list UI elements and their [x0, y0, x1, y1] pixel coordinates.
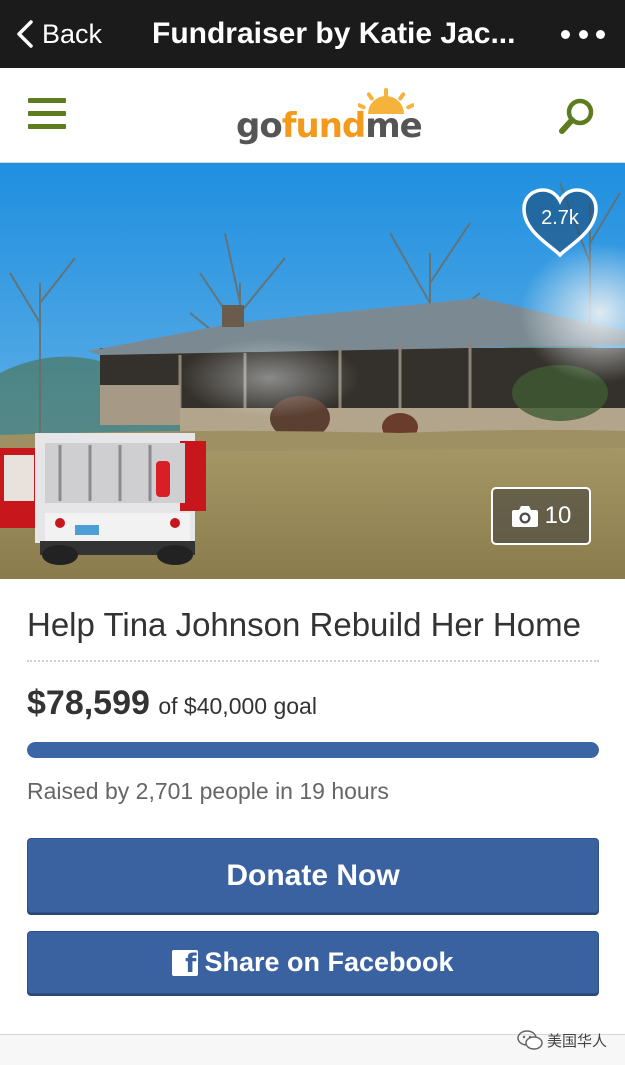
gofundme-logo[interactable]: gofundme	[236, 88, 423, 148]
share-on-facebook-button[interactable]: f Share on Facebook	[27, 931, 599, 994]
amount-raised: $78,599	[27, 684, 150, 722]
logo-text-prefix: go	[236, 106, 283, 146]
logo-text: gofundme	[236, 106, 423, 146]
camera-icon	[511, 506, 538, 527]
hamburger-menu-icon[interactable]	[28, 98, 66, 130]
progress-fill	[27, 742, 599, 758]
watermark-text: 美国华人	[546, 1032, 607, 1050]
watermark: 美国华人	[517, 1029, 607, 1051]
more-dot	[561, 29, 570, 39]
raised-by-text: Raised by 2,701 people in 19 hours	[27, 778, 389, 804]
amount-row: $78,599 of $40,000 goal	[27, 684, 317, 723]
photo-count: 10	[544, 502, 572, 529]
logo-text-accent: fund	[281, 106, 367, 146]
goal-text: of $40,000 goal	[158, 693, 317, 719]
menu-line	[28, 124, 66, 129]
photo-gallery-button[interactable]: 10	[491, 487, 591, 545]
heart-count: 2.7k	[541, 207, 579, 229]
site-header: gofundme	[0, 68, 625, 163]
campaign-title: Help Tina Johnson Rebuild Her Home	[27, 606, 581, 643]
menu-line	[28, 98, 66, 103]
share-on-facebook-label: Share on Facebook	[204, 947, 454, 977]
chevron-left-icon	[17, 20, 33, 48]
menu-line	[28, 111, 66, 116]
donate-now-label: Donate Now	[226, 858, 400, 892]
back-label: Back	[42, 18, 103, 49]
more-dot	[578, 29, 588, 39]
back-button[interactable]: Back	[14, 14, 102, 54]
donate-now-button[interactable]: Donate Now	[27, 838, 599, 913]
dotted-divider	[27, 660, 599, 662]
funding-progress-bar	[27, 742, 599, 758]
wechat-icon	[517, 1030, 543, 1050]
search-icon[interactable]	[557, 96, 597, 136]
page-title: Fundraiser by Katie Jac...	[152, 17, 516, 50]
more-dot	[596, 29, 605, 39]
heart-like-button[interactable]: 2.7k	[520, 187, 600, 259]
facebook-icon: f	[172, 949, 199, 978]
top-navigation-bar: Back Fundraiser by Katie Jac...	[0, 0, 625, 68]
logo-text-suffix: me	[365, 106, 422, 146]
more-dots-icon[interactable]	[561, 22, 605, 46]
